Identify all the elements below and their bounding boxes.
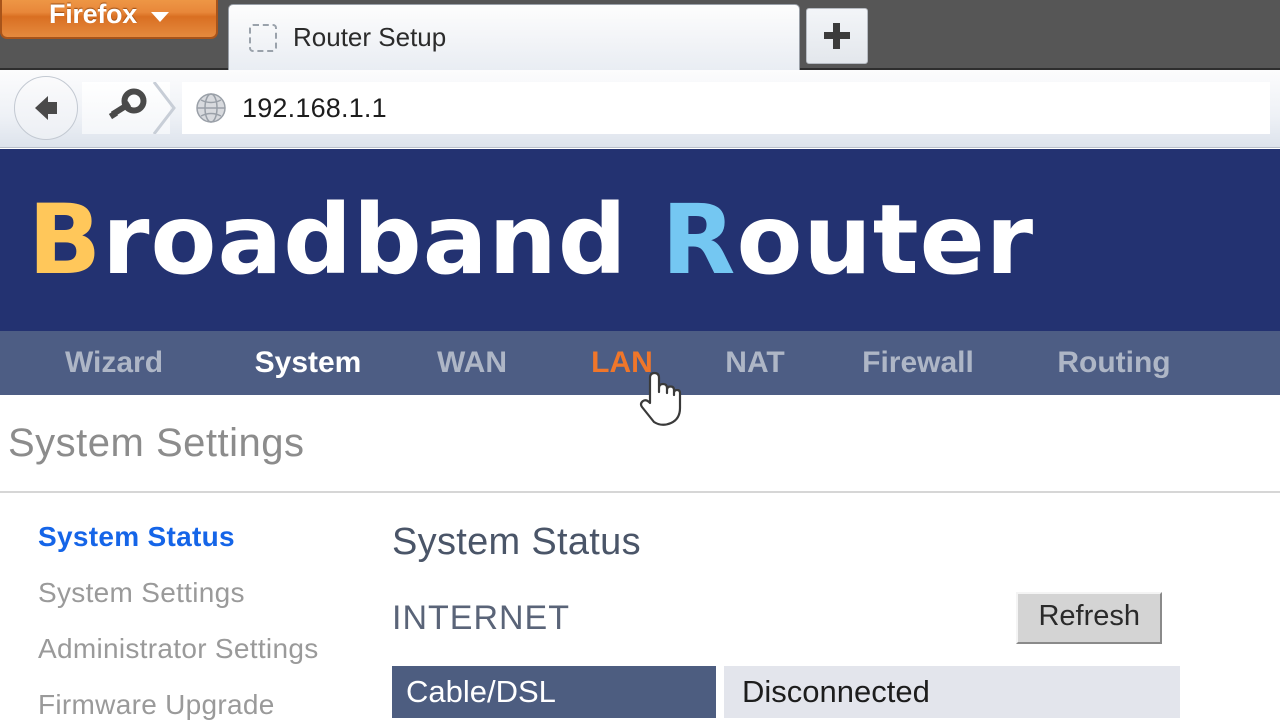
identity-chevron-separator <box>152 82 182 134</box>
nav-item-lan[interactable]: LAN <box>556 346 688 380</box>
internet-section-header: INTERNET Refresh <box>392 592 1180 644</box>
nav-item-firewall[interactable]: Firewall <box>822 346 1014 380</box>
sidebar-item-firmware-upgrade[interactable]: Firmware Upgrade <box>38 689 392 720</box>
firefox-app-menu-button[interactable]: Firefox <box>0 0 218 39</box>
plus-icon <box>824 23 850 49</box>
chevron-down-icon <box>150 11 169 22</box>
router-brand-title: Broadband Router <box>28 192 1034 288</box>
content-title: System Status <box>392 521 641 563</box>
router-web-page: Broadband Router Wizard System WAN LAN NA… <box>0 149 1280 720</box>
nav-item-wan[interactable]: WAN <box>388 346 556 380</box>
router-brand-banner: Broadband Router <box>0 149 1280 331</box>
url-bar[interactable]: 192.168.1.1 <box>182 82 1270 134</box>
new-tab-button[interactable] <box>806 8 868 64</box>
brand-initial-r: R <box>661 184 737 296</box>
globe-icon <box>196 93 226 123</box>
router-sidebar: System Status System Settings Administra… <box>0 521 392 720</box>
sidebar-item-system-status[interactable]: System Status <box>38 521 392 553</box>
brand-rest-broadband: roadband <box>102 184 628 296</box>
page-title: System Settings <box>8 420 305 465</box>
firefox-app-menu-label: Firefox <box>49 0 137 29</box>
status-table-row: Cable/DSL Disconnected <box>392 666 1180 718</box>
sidebar-item-system-settings[interactable]: System Settings <box>38 577 392 609</box>
browser-navigation-toolbar: 192.168.1.1 <box>0 70 1280 148</box>
brand-initial-b: B <box>28 184 103 296</box>
router-content-panel: System Status INTERNET Refresh Cable/DSL… <box>392 521 1280 720</box>
page-title-bar: System Settings <box>0 395 1280 493</box>
tab-favicon-placeholder-icon <box>249 23 277 52</box>
page-body: System Status System Settings Administra… <box>0 493 1280 720</box>
brand-rest-router: outer <box>736 184 1035 296</box>
status-row-key: Cable/DSL <box>392 666 716 718</box>
nav-item-nat[interactable]: NAT <box>688 346 822 380</box>
browser-tab-strip: Firefox Router Setup <box>0 0 1280 70</box>
back-button[interactable] <box>14 76 78 140</box>
back-arrow-icon <box>35 96 57 120</box>
nav-item-system[interactable]: System <box>228 346 388 380</box>
status-row-value: Disconnected <box>724 666 1180 718</box>
sidebar-item-administrator-settings[interactable]: Administrator Settings <box>38 633 392 665</box>
router-nav-menu: Wizard System WAN LAN NAT Firewall Routi… <box>0 331 1280 395</box>
nav-item-wizard[interactable]: Wizard <box>0 346 228 380</box>
tab-title: Router Setup <box>293 22 447 52</box>
browser-tab-router-setup[interactable]: Router Setup <box>228 4 800 70</box>
nav-item-routing[interactable]: Routing <box>1014 346 1214 380</box>
key-icon <box>108 88 147 120</box>
url-text: 192.168.1.1 <box>242 92 387 123</box>
section-title-internet: INTERNET <box>392 598 570 637</box>
refresh-button[interactable]: Refresh <box>1016 592 1162 644</box>
screen-root: Firefox Router Setup 192.168.1.1 Broadba… <box>0 0 1280 720</box>
